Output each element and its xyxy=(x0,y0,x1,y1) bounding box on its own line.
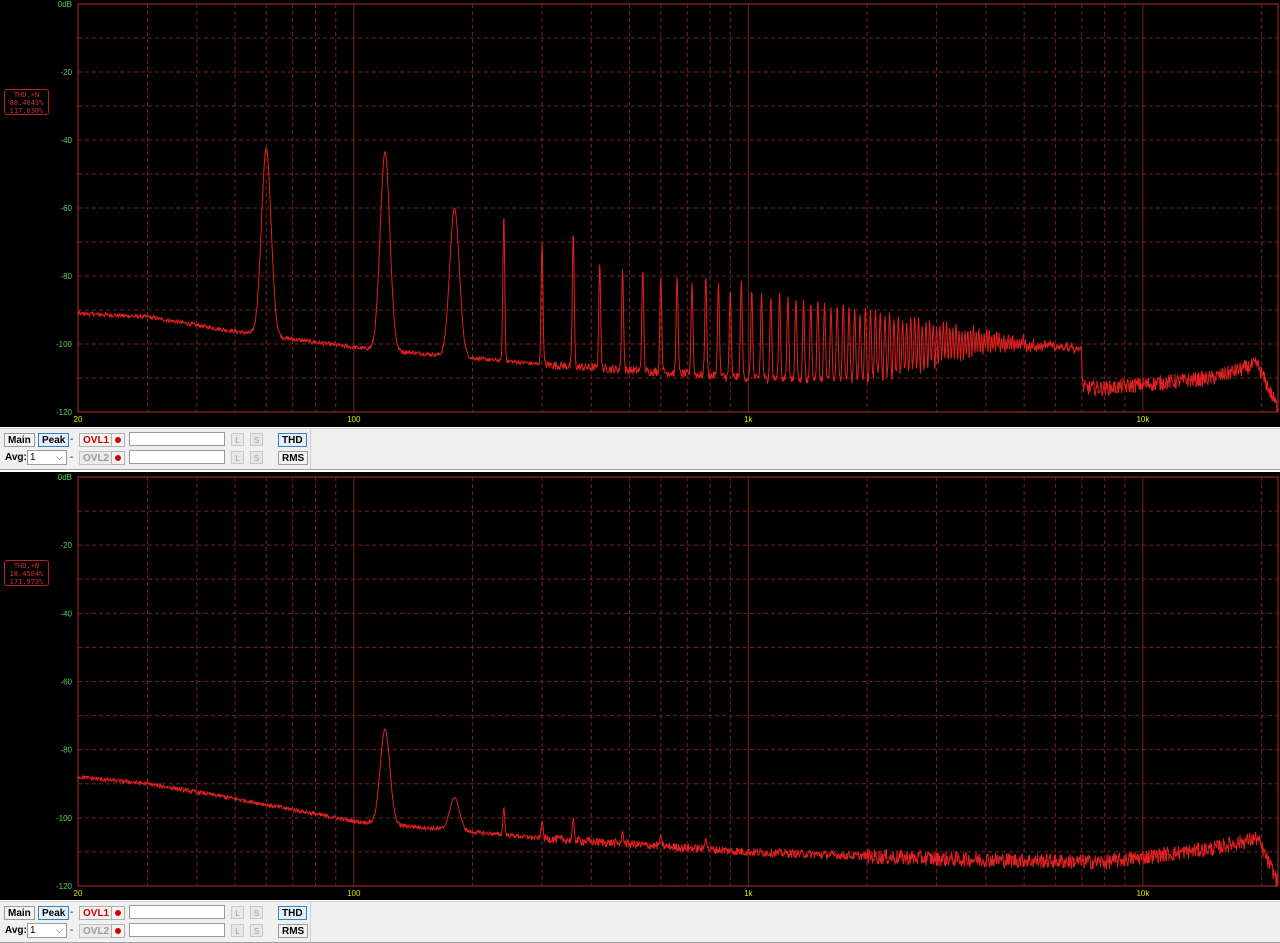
avg-label: Avg: xyxy=(5,452,27,463)
avg-label: Avg: xyxy=(5,925,27,936)
y-tick-label: -100 xyxy=(56,340,73,349)
peak-button[interactable]: Peak xyxy=(38,433,70,447)
thd-readout-top: THD,+N 88.4043% 117.030% xyxy=(4,89,49,115)
rms-button[interactable]: RMS xyxy=(278,451,309,465)
toolbar-top: Main Peak - OVL1 L S THD Avg: 1 ⌵ - OVL2 … xyxy=(0,428,1280,470)
x-tick-label: 20 xyxy=(74,415,83,424)
y-tick-label: -80 xyxy=(60,746,72,755)
ovl1-button[interactable]: OVL1 xyxy=(79,906,114,920)
rms-button[interactable]: RMS xyxy=(278,924,309,938)
ovl1-button[interactable]: OVL1 xyxy=(79,433,114,447)
spectrum-chart-bottom: 0dB -20 -40 -60 -80 -100 -12020 100 1k 10k xyxy=(56,473,1279,898)
ovl1-l-button[interactable]: L xyxy=(231,906,244,919)
thd-value-2: 117.030% xyxy=(9,107,44,115)
x-tick-label: 1k xyxy=(744,889,753,898)
x-tick-label: 10k xyxy=(1136,889,1150,898)
ovl2-button[interactable]: OVL2 xyxy=(79,924,114,938)
record-ovl1-icon[interactable] xyxy=(111,906,125,920)
x-tick-label: 100 xyxy=(347,889,361,898)
thd-label: THD,+N xyxy=(13,91,40,99)
peak-button[interactable]: Peak xyxy=(38,906,70,920)
record-ovl1-icon[interactable] xyxy=(111,433,125,447)
ovl1-name-input[interactable] xyxy=(129,432,225,446)
thd-value-1: 18.4504% xyxy=(9,570,44,578)
separator-dash: - xyxy=(70,925,74,936)
x-tick-label: 1k xyxy=(744,415,753,424)
spectrum-trace xyxy=(77,728,1279,888)
y-tick-label: -20 xyxy=(60,541,72,550)
ovl1-s-button[interactable]: S xyxy=(250,433,263,446)
ovl2-button[interactable]: OVL2 xyxy=(79,451,114,465)
separator-dash: - xyxy=(70,452,74,463)
ovl2-s-button[interactable]: S xyxy=(250,451,263,464)
thd-readout-bottom: THD,+N 18.4504% 171.973% xyxy=(4,560,49,586)
record-ovl2-icon[interactable] xyxy=(111,924,125,938)
y-tick-label: -40 xyxy=(60,136,72,145)
plot-frame xyxy=(77,3,1279,413)
toolbar-bottom: Main Peak - OVL1 L S THD Avg: 1 ⌵ - OVL2 … xyxy=(0,901,1280,943)
separator-dash: - xyxy=(70,907,74,918)
ovl1-s-button[interactable]: S xyxy=(250,906,263,919)
y-tick-label: -60 xyxy=(60,678,72,687)
thd-button[interactable]: THD xyxy=(278,906,307,920)
spectrum-chart-top: 0dB -20 -40 -60 -80 -100 -12020 100 1k 10k xyxy=(56,0,1279,424)
thd-value-2: 171.973% xyxy=(9,578,44,586)
separator-dash: - xyxy=(70,434,74,445)
ovl1-l-button[interactable]: L xyxy=(231,433,244,446)
ovl2-l-button[interactable]: L xyxy=(231,451,244,464)
x-tick-label: 100 xyxy=(347,415,361,424)
avg-select[interactable]: 1 ⌵ xyxy=(27,923,67,938)
toolbar-divider xyxy=(310,902,311,942)
thd-value-1: 88.4043% xyxy=(9,99,44,107)
chevron-down-icon: ⌵ xyxy=(56,452,63,462)
avg-select[interactable]: 1 ⌵ xyxy=(27,450,67,465)
thd-label: THD,+N xyxy=(13,562,40,570)
chevron-down-icon: ⌵ xyxy=(56,925,63,935)
spectrum-plot-top: 0dB -20 -40 -60 -80 -100 -120 20 100 1k 10k THD,+N… xyxy=(0,0,1280,427)
thd-button[interactable]: THD xyxy=(278,433,307,447)
plot-frame xyxy=(77,476,1279,887)
y-tick-label: -20 xyxy=(60,68,72,77)
y-tick-label: -40 xyxy=(60,609,72,618)
avg-value: 1 xyxy=(30,925,36,936)
toolbar-divider xyxy=(310,429,311,469)
avg-value: 1 xyxy=(30,452,36,463)
ovl2-s-button[interactable]: S xyxy=(250,924,263,937)
ovl2-name-input[interactable] xyxy=(129,923,225,937)
ovl1-name-input[interactable] xyxy=(129,905,225,919)
y-tick-label: 0dB xyxy=(58,473,72,482)
x-tick-label: 20 xyxy=(74,889,83,898)
ovl2-name-input[interactable] xyxy=(129,450,225,464)
spectrum-panel-bottom: 0dB -20 -40 -60 -80 -100 -120 20 100 1k 10k THD,+N… xyxy=(0,472,1280,943)
ovl2-l-button[interactable]: L xyxy=(231,924,244,937)
record-ovl2-icon[interactable] xyxy=(111,451,125,465)
spectrum-panel-top: 0dB -20 -40 -60 -80 -100 -120 20 100 1k 10k THD,+N… xyxy=(0,0,1280,470)
y-tick-label: -80 xyxy=(60,272,72,281)
y-tick-label: -60 xyxy=(60,204,72,213)
y-tick-label: -100 xyxy=(56,814,73,823)
main-button[interactable]: Main xyxy=(4,906,35,920)
y-tick-label: 0dB xyxy=(58,0,72,9)
spectrum-trace xyxy=(77,148,1279,413)
y-tick-label: -120 xyxy=(56,408,73,417)
y-tick-label: -120 xyxy=(56,882,73,891)
spectrum-plot-bottom: 0dB -20 -40 -60 -80 -100 -120 20 100 1k 10k THD,+N… xyxy=(0,472,1280,900)
x-tick-label: 10k xyxy=(1136,415,1150,424)
main-button[interactable]: Main xyxy=(4,433,35,447)
